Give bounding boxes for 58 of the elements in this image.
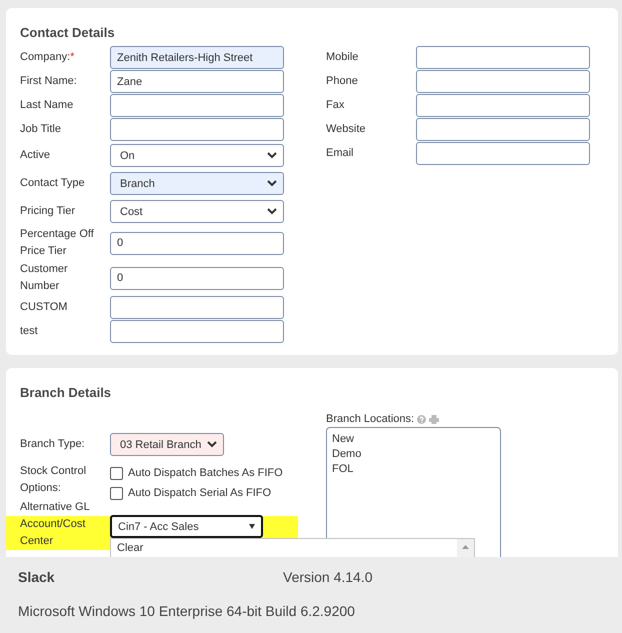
list-item[interactable]: FOL bbox=[332, 462, 495, 477]
chevron-down-icon bbox=[207, 441, 217, 448]
field-label: Percentage Off Price Tier bbox=[20, 227, 95, 259]
text-field[interactable] bbox=[110, 296, 284, 319]
list-item[interactable]: Demo bbox=[332, 447, 495, 462]
version-text: Version 4.14.0 bbox=[283, 569, 373, 585]
text-field[interactable] bbox=[416, 94, 590, 117]
field-label: Active bbox=[20, 148, 51, 163]
text-field[interactable] bbox=[110, 94, 284, 117]
combo-box[interactable]: Cin7 - Acc Sales bbox=[110, 515, 263, 538]
text-field[interactable]: 0 bbox=[110, 266, 284, 290]
text-field[interactable] bbox=[416, 118, 590, 141]
os-text: Microsoft Windows 10 Enterprise 64-bit Build 6.2.9200 bbox=[18, 603, 356, 619]
field-label: Job Title bbox=[20, 122, 62, 137]
field-label: Alternative GL Account/Cost Center bbox=[20, 500, 90, 549]
app-name: Slack bbox=[18, 569, 56, 585]
field-label: Fax bbox=[326, 98, 346, 113]
chevron-down-icon bbox=[267, 180, 277, 187]
field-label: Mobile bbox=[326, 50, 360, 65]
field-label: Website bbox=[326, 122, 367, 137]
field-label: Phone bbox=[326, 74, 359, 89]
field-label: Branch Type: bbox=[20, 437, 86, 452]
section-title: Contact Details bbox=[20, 25, 116, 40]
text-field[interactable] bbox=[416, 46, 590, 69]
checkbox[interactable] bbox=[110, 466, 123, 480]
checkbox-label: Auto Dispatch Serial As FIFO bbox=[128, 487, 272, 499]
field-label: Customer Number bbox=[20, 262, 69, 294]
scroll-up-icon[interactable] bbox=[462, 545, 469, 549]
text-field[interactable] bbox=[416, 142, 590, 165]
caret-down-icon bbox=[249, 524, 255, 529]
field-label: First Name: bbox=[20, 74, 78, 89]
text-field[interactable] bbox=[110, 118, 284, 141]
list-item[interactable]: New bbox=[332, 432, 495, 447]
text-field[interactable]: Zenith Retailers-High Street bbox=[110, 46, 284, 69]
dropdown[interactable]: Cost bbox=[110, 200, 284, 223]
text-field[interactable] bbox=[110, 320, 284, 343]
text-field[interactable]: Zane bbox=[110, 70, 284, 93]
section-title: Branch Details bbox=[20, 385, 112, 400]
menu-item[interactable]: Clear bbox=[111, 539, 150, 557]
dropdown[interactable]: Branch bbox=[110, 172, 284, 195]
checkbox[interactable] bbox=[110, 486, 123, 500]
field-label: CUSTOM bbox=[20, 300, 68, 315]
field-label: Email bbox=[326, 146, 355, 161]
field-label: Last Name bbox=[20, 98, 74, 113]
dropdown[interactable]: 03 Retail Branch bbox=[110, 433, 224, 456]
field-label: Company:* bbox=[20, 50, 76, 65]
field-label: test bbox=[20, 324, 39, 339]
help-icon[interactable] bbox=[417, 414, 426, 424]
field-label: Branch Locations: bbox=[326, 413, 414, 425]
text-field[interactable]: 0 bbox=[110, 232, 284, 254]
dropdown[interactable]: On bbox=[110, 144, 284, 167]
checkbox-label: Auto Dispatch Batches As FIFO bbox=[128, 467, 283, 479]
chevron-down-icon bbox=[267, 152, 277, 159]
field-label: Contact Type bbox=[20, 176, 86, 191]
field-label: Stock Control Options: bbox=[20, 464, 88, 496]
chevron-down-icon bbox=[267, 208, 277, 215]
text-field[interactable] bbox=[416, 70, 590, 93]
field-label: Pricing Tier bbox=[20, 204, 76, 219]
